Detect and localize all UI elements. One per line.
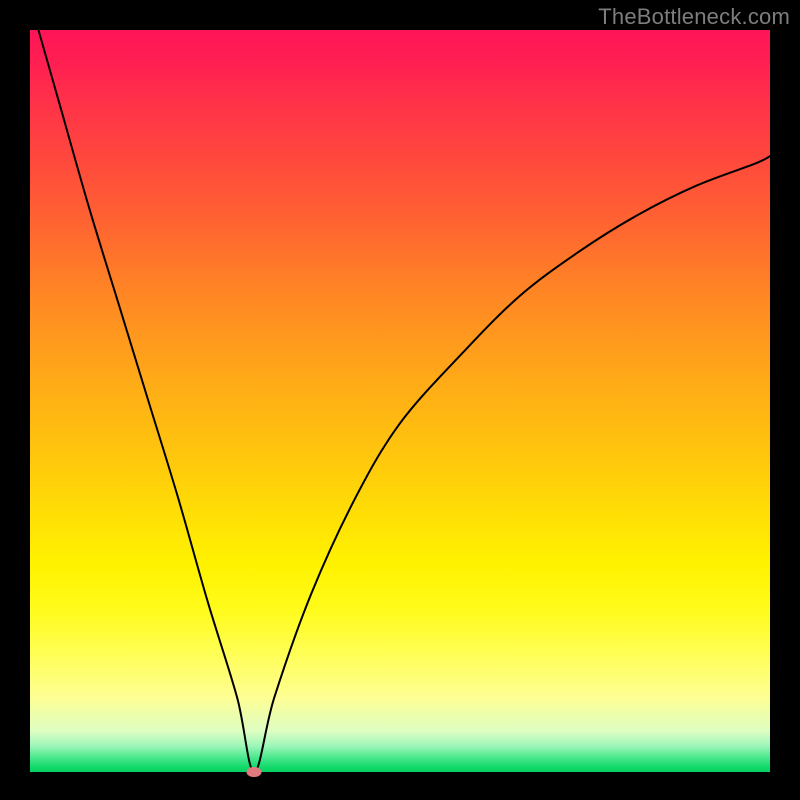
curve-layer bbox=[30, 30, 770, 772]
plot-area bbox=[30, 30, 770, 772]
chart-frame: TheBottleneck.com bbox=[0, 0, 800, 800]
bottleneck-curve bbox=[30, 30, 770, 772]
watermark-text: TheBottleneck.com bbox=[598, 4, 790, 30]
optimal-point-marker bbox=[247, 767, 262, 777]
